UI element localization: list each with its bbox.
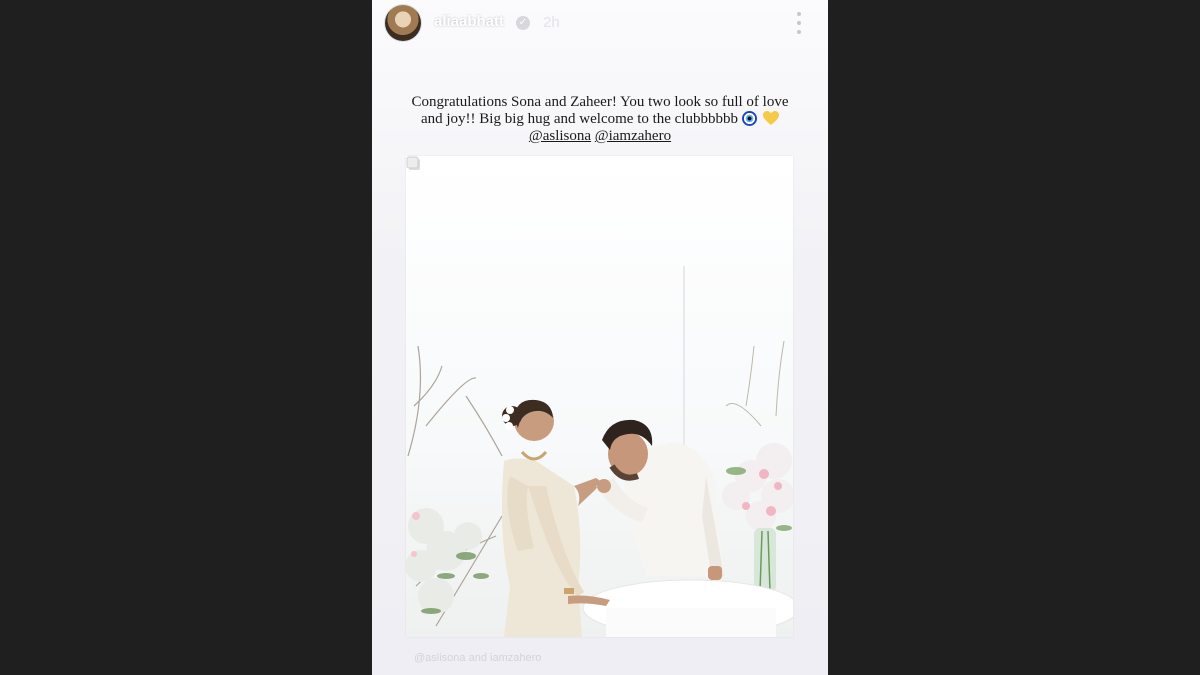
tag-iamzahero[interactable]: iamzahero	[490, 652, 541, 664]
username-label[interactable]: aliaabhatt	[434, 13, 504, 30]
timestamp-label: 2h	[543, 14, 560, 31]
mention-link-iamzahero[interactable]: @iamzahero	[595, 128, 671, 144]
verified-badge-icon: ✓	[516, 16, 530, 30]
caption-line-2: and joy!! Big big hug and welcome to the…	[420, 111, 739, 127]
nazar-amulet-emoji-icon	[742, 111, 758, 126]
yellow-heart-emoji-icon	[763, 111, 780, 125]
copy-icon[interactable]	[406, 156, 421, 171]
profile-avatar[interactable]	[385, 5, 421, 41]
tag-and: and	[468, 652, 487, 664]
caption-line-1: Congratulations Sona and Zaheer! You two…	[411, 94, 789, 110]
story-frame[interactable]: aliaabhatt ✓ 2h Congratulations Sona and…	[372, 0, 828, 675]
shared-post-photo[interactable]	[406, 156, 793, 637]
caption-line-2-wrapper: and joy!! Big big hug and welcome to the…	[392, 111, 808, 128]
more-options-icon[interactable]	[791, 12, 807, 34]
story-header: aliaabhatt ✓ 2h	[372, 0, 828, 48]
tag-aslisona[interactable]: @aslisona	[414, 652, 466, 664]
story-caption: Congratulations Sona and Zaheer! You two…	[392, 94, 808, 145]
couple-photo-illustration	[406, 156, 793, 637]
caption-mentions: @aslisona @iamzahero	[392, 128, 808, 145]
photo-tags: @aslisona and iamzahero	[414, 652, 541, 664]
mention-link-aslisona[interactable]: @aslisona	[529, 128, 591, 144]
